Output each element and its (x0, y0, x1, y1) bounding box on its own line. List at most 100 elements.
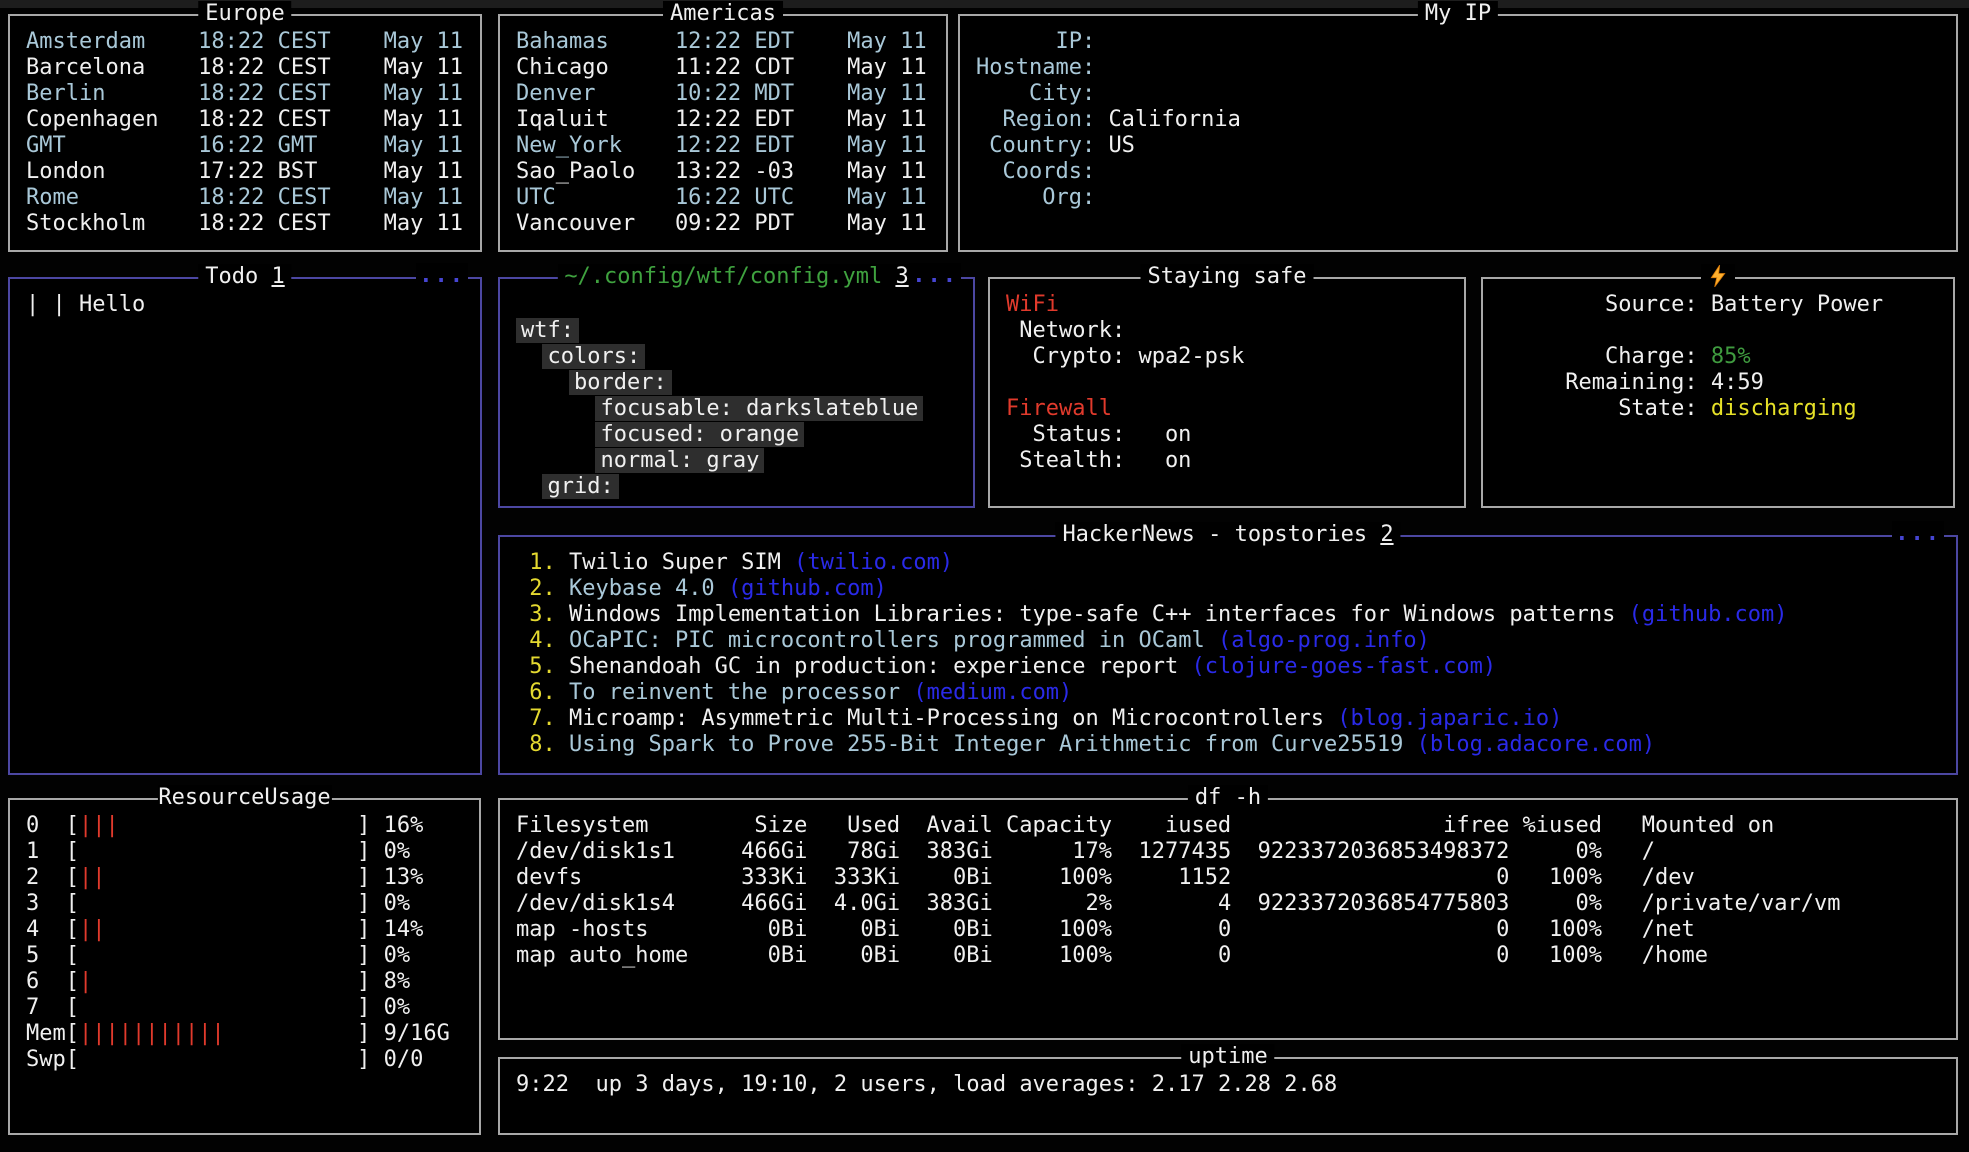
hackernews-title-text: HackerNews - topstories (1062, 522, 1367, 547)
story-source-link[interactable]: (blog.japaric.io) (1337, 706, 1562, 731)
clock-row: UTC16:22UTCMay 11 (516, 185, 930, 211)
gauge-bar-fill (79, 839, 357, 865)
clock-row: Vancouver09:22PDTMay 11 (516, 211, 930, 237)
story-title[interactable]: To reinvent the processor (569, 680, 913, 705)
todo-panel[interactable]: Todo1 ... | | Hello (8, 277, 482, 775)
todo-shortcut-key: 1 (271, 264, 284, 289)
terminal-screen: Europe Amsterdam18:22CESTMay 11 Barcelon… (0, 0, 1969, 1152)
clock-row: Copenhagen18:22CESTMay 11 (26, 107, 464, 133)
df-filesystem-row: map -hosts0Bi0Bi0Bi100%00100%/net (516, 917, 1940, 943)
story-source-link[interactable]: (twilio.com) (794, 550, 953, 575)
disk-free-title-text: df -h (1195, 785, 1261, 810)
hackernews-story[interactable]: 4. OCaPIC: PIC microcontrollers programm… (516, 628, 1940, 654)
hackernews-story[interactable]: 7. Microamp: Asymmetric Multi-Processing… (516, 706, 1940, 732)
hackernews-story[interactable]: 8. Using Spark to Prove 255-Bit Integer … (516, 732, 1940, 758)
window-top-strip (0, 0, 1969, 8)
europe-panel-title: Europe (198, 1, 291, 27)
blank-line (1499, 318, 1937, 344)
hackernews-story[interactable]: 1. Twilio Super SIM (twilio.com) (516, 550, 1940, 576)
lightning-bolt-icon (1708, 264, 1728, 288)
config-code-line: normal: gray (516, 448, 957, 474)
resource-usage-title-text: ResourceUsage (158, 785, 330, 810)
config-code-line: colors: (516, 344, 957, 370)
uptime-panel-title: uptime (1181, 1044, 1274, 1070)
gauge-bar-fill: ||||||||||| (79, 1021, 357, 1047)
wifi-section-header: WiFi (1006, 292, 1448, 318)
ip-field-row: Country:US (976, 133, 1940, 159)
story-title[interactable]: Keybase 4.0 (569, 576, 728, 601)
clock-row: New_York12:22EDTMay 11 (516, 133, 930, 159)
config-panel-title: ~/.config/wtf/config.yml3 (557, 264, 915, 290)
clock-row: London17:22BSTMay 11 (26, 159, 464, 185)
story-source-link[interactable]: (github.com) (1629, 602, 1788, 627)
clocks-americas-panel: Americas Bahamas12:22EDTMay 11 Chicago11… (498, 14, 948, 252)
battery-panel: Source:Battery Power Charge:85% Remainin… (1481, 277, 1955, 508)
battery-state-row: State:discharging (1499, 396, 1937, 422)
todo-checkbox[interactable]: | | (26, 292, 66, 317)
staying-safe-panel: Staying safe WiFi Network: Crypto: wpa2-… (988, 277, 1466, 508)
cpu-core-gauge: 1[]0% (26, 839, 463, 865)
config-code-line: focused: orange (516, 422, 957, 448)
americas-panel-title: Americas (663, 1, 783, 27)
cpu-core-gauge: 7[]0% (26, 995, 463, 1021)
cpu-core-gauge: 5[]0% (26, 943, 463, 969)
df-header-row: FilesystemSizeUsedAvailCapacityiusedifre… (516, 813, 1940, 839)
config-code-line: wtf: (516, 318, 957, 344)
cpu-core-gauge: 6[|]8% (26, 969, 463, 995)
story-title[interactable]: Using Spark to Prove 255-Bit Integer Ari… (569, 732, 1417, 757)
firewall-section-header: Firewall (1006, 396, 1448, 422)
hackernews-story[interactable]: 3. Windows Implementation Libraries: typ… (516, 602, 1940, 628)
clock-row: Berlin18:22CESTMay 11 (26, 81, 464, 107)
ip-field-row: Region:California (976, 107, 1940, 133)
staying-safe-panel-title: Staying safe (1141, 264, 1314, 290)
europe-title-text: Europe (205, 1, 284, 26)
battery-charge-row: Charge:85% (1499, 344, 1937, 370)
ip-field-row: Coords: (976, 159, 1940, 185)
gauge-bar-fill: || (79, 865, 357, 891)
staying-safe-title-text: Staying safe (1148, 264, 1307, 289)
hackernews-story[interactable]: 6. To reinvent the processor (medium.com… (516, 680, 1940, 706)
config-menu-dots[interactable]: ... (909, 263, 961, 289)
disk-free-panel: df -h FilesystemSizeUsedAvailCapacityius… (498, 798, 1958, 1040)
story-source-link[interactable]: (algo-prog.info) (1218, 628, 1430, 653)
todo-menu-dots[interactable]: ... (416, 263, 468, 289)
story-title[interactable]: Windows Implementation Libraries: type-s… (569, 602, 1629, 627)
gauge-bar-fill (79, 943, 357, 969)
clock-row: Bahamas12:22EDTMay 11 (516, 29, 930, 55)
gauge-bar-fill: ||| (79, 813, 357, 839)
wifi-network-line: Network: (1006, 318, 1448, 344)
clock-row: Sao_Paolo13:22-03May 11 (516, 159, 930, 185)
my-ip-title-text: My IP (1425, 1, 1491, 26)
hackernews-story[interactable]: 2. Keybase 4.0 (github.com) (516, 576, 1940, 602)
resource-usage-panel: ResourceUsage 0[|||]16% 1[]0% 2[||]13% 3… (8, 798, 481, 1135)
clock-row: Amsterdam18:22CESTMay 11 (26, 29, 464, 55)
story-title[interactable]: Microamp: Asymmetric Multi-Processing on… (569, 706, 1337, 731)
hackernews-story[interactable]: 5. Shenandoah GC in production: experien… (516, 654, 1940, 680)
gauge-bar-fill (79, 891, 357, 917)
my-ip-panel-title: My IP (1418, 1, 1498, 27)
hackernews-panel[interactable]: HackerNews - topstories2 ... 1. Twilio S… (498, 535, 1958, 775)
clocks-europe-panel: Europe Amsterdam18:22CESTMay 11 Barcelon… (8, 14, 482, 252)
story-source-link[interactable]: (medium.com) (913, 680, 1072, 705)
swap-gauge: Swp[]0/0 (26, 1047, 463, 1073)
todo-item[interactable]: | | Hello (26, 292, 464, 318)
story-title[interactable]: OCaPIC: PIC microcontrollers programmed … (569, 628, 1218, 653)
blank-line (1006, 370, 1448, 396)
resource-usage-panel-title: ResourceUsage (157, 785, 331, 811)
story-source-link[interactable]: (github.com) (728, 576, 887, 601)
story-source-link[interactable]: (blog.adacore.com) (1417, 732, 1655, 757)
config-file-panel[interactable]: ~/.config/wtf/config.yml3 ... wtf: color… (498, 277, 975, 508)
gauge-bar-fill: || (79, 917, 357, 943)
story-source-link[interactable]: (clojure-goes-fast.com) (1192, 654, 1497, 679)
disk-free-panel-title: df -h (1188, 785, 1268, 811)
story-title[interactable]: Shenandoah GC in production: experience … (569, 654, 1192, 679)
ip-field-row: Org: (976, 185, 1940, 211)
clock-row: GMT16:22GMTMay 11 (26, 133, 464, 159)
battery-remaining-row: Remaining:4:59 (1499, 370, 1937, 396)
cpu-core-gauge: 3[]0% (26, 891, 463, 917)
uptime-title-text: uptime (1188, 1044, 1267, 1069)
gauge-open-bracket: [ (66, 813, 79, 839)
story-title[interactable]: Twilio Super SIM (569, 550, 794, 575)
clock-row: Barcelona18:22CESTMay 11 (26, 55, 464, 81)
hackernews-menu-dots[interactable]: ... (1892, 521, 1944, 547)
